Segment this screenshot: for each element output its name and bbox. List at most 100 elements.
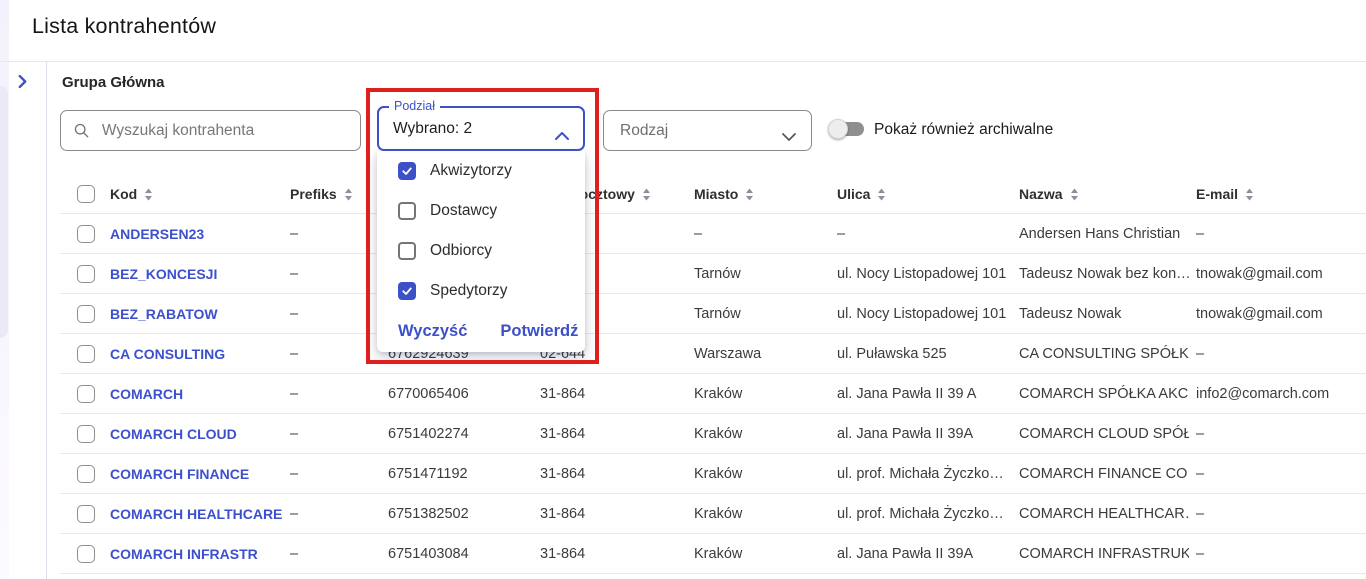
cell-nazwa: COMARCH HEALTHCAR… (1019, 494, 1189, 534)
archive-toggle[interactable] (828, 118, 866, 140)
cell-ulica: al. Jana Pawła II 39 A (837, 374, 1012, 414)
select-all-checkbox[interactable] (77, 185, 95, 203)
dropdown-option-akwizytorzy[interactable]: Akwizytorzy (377, 151, 585, 191)
podzial-select[interactable]: Podział Wybrano: 2 (377, 106, 585, 151)
cell-prefiks: – (290, 334, 380, 374)
column-header-miasto[interactable]: Miasto (694, 174, 830, 214)
cell-prefiks: – (290, 534, 380, 574)
cell-kp: 31-864 (540, 534, 688, 574)
sort-icon (745, 187, 754, 202)
column-header-email[interactable]: E-mail (1196, 174, 1361, 214)
cell-nazwa: CA CONSULTING SPÓŁK… (1019, 334, 1189, 374)
cell-email: – (1196, 454, 1361, 494)
row-checkbox[interactable] (77, 225, 95, 243)
row-checkbox[interactable] (77, 465, 95, 483)
cell-prefiks: – (290, 254, 380, 294)
column-header-label: Ulica (837, 186, 870, 202)
row-checkbox[interactable] (77, 425, 95, 443)
dropdown-option-dostawcy[interactable]: Dostawcy (377, 191, 585, 231)
cell-nip: 6751471192 (388, 454, 533, 494)
table-row: COMARCH–677006540631-864Krakówal. Jana P… (0, 374, 1366, 414)
cell-miasto: Kraków (694, 454, 830, 494)
cell-nip: 6751403084 (388, 534, 533, 574)
cell-kod[interactable]: COMARCH HEALTHCARE (110, 494, 282, 534)
cell-ulica: al. Jana Pawła II 39A (837, 414, 1012, 454)
dropdown-actions: Wyczyść Potwierdź (377, 311, 585, 352)
podzial-dropdown-panel: AkwizytorzyDostawcyOdbiorcySpedytorzy Wy… (377, 151, 585, 352)
check-icon (401, 165, 413, 177)
cell-nazwa: Andersen Hans Christian (1019, 214, 1189, 254)
cell-prefiks: – (290, 414, 380, 454)
cell-ulica: ul. prof. Michała Życzko… (837, 494, 1012, 534)
cell-kp: 31-864 (540, 374, 688, 414)
cell-kp: 31-864 (540, 454, 688, 494)
checkbox-icon[interactable] (398, 202, 416, 220)
sort-icon (877, 187, 886, 202)
cell-kod[interactable]: BEZ_RABATOW (110, 294, 282, 334)
cell-prefiks: – (290, 494, 380, 534)
row-checkbox[interactable] (77, 345, 95, 363)
cell-ulica: ul. Puławska 525 (837, 334, 1012, 374)
search-input[interactable] (100, 121, 348, 141)
cell-miasto: Kraków (694, 374, 830, 414)
row-checkbox[interactable] (77, 545, 95, 563)
cell-kp: 31-864 (540, 494, 688, 534)
search-box[interactable] (60, 110, 361, 151)
cell-miasto: Tarnów (694, 254, 830, 294)
cell-kod[interactable]: BEZ_KONCESJI (110, 254, 282, 294)
checkbox-icon[interactable] (398, 242, 416, 260)
sort-icon (1245, 187, 1254, 202)
cell-kod[interactable]: CA CONSULTING (110, 334, 282, 374)
cell-ulica: al. Jana Pawła II 39A (837, 534, 1012, 574)
column-header-ulica[interactable]: Ulica (837, 174, 1012, 214)
sort-icon (642, 187, 651, 202)
table-row: COMARCH CLOUD–675140227431-864Krakówal. … (0, 414, 1366, 454)
cell-miasto: – (694, 214, 830, 254)
toggle-knob[interactable] (828, 119, 848, 139)
cell-email: tnowak@gmail.com (1196, 254, 1361, 294)
row-checkbox[interactable] (77, 305, 95, 323)
cell-kod[interactable]: COMARCH (110, 374, 282, 414)
table-header: KodPrefiksNIPKod pocztowyMiastoUlicaNazw… (0, 174, 1366, 214)
checkbox-icon[interactable] (398, 162, 416, 180)
cell-kod[interactable]: COMARCH INFRASTR (110, 534, 282, 574)
row-checkbox[interactable] (77, 505, 95, 523)
column-header-label: Kod (110, 186, 137, 202)
column-header-prefiks[interactable]: Prefiks (290, 174, 380, 214)
table-row: BEZ_RABATOW– Tarnówul. Nocy Listopadowej … (0, 294, 1366, 334)
column-header-label: Prefiks (290, 186, 337, 202)
rodzaj-select[interactable]: Rodzaj (603, 110, 812, 151)
cell-email: – (1196, 214, 1361, 254)
cell-nip: 6770065406 (388, 374, 533, 414)
dropdown-option-odbiorcy[interactable]: Odbiorcy (377, 231, 585, 271)
cell-miasto: Tarnów (694, 294, 830, 334)
checkbox-icon[interactable] (398, 282, 416, 300)
cell-email: – (1196, 414, 1361, 454)
confirm-button[interactable]: Potwierdź (500, 322, 578, 341)
cell-kod[interactable]: COMARCH FINANCE (110, 454, 282, 494)
check-icon (401, 285, 413, 297)
expand-panel-button[interactable] (16, 75, 30, 89)
cell-ulica: ul. Nocy Listopadowej 101 (837, 294, 1012, 334)
divider (0, 61, 1366, 62)
row-checkbox[interactable] (77, 385, 95, 403)
row-checkbox[interactable] (77, 265, 95, 283)
cell-miasto: Warszawa (694, 334, 830, 374)
cell-prefiks: – (290, 294, 380, 334)
cell-ulica: ul. prof. Michała Życzko… (837, 454, 1012, 494)
column-header-nazwa[interactable]: Nazwa (1019, 174, 1189, 214)
sort-icon (144, 187, 153, 202)
sort-icon (344, 187, 353, 202)
column-header-label: E-mail (1196, 186, 1238, 202)
dropdown-options: AkwizytorzyDostawcyOdbiorcySpedytorzy (377, 151, 585, 311)
dropdown-option-spedytorzy[interactable]: Spedytorzy (377, 271, 585, 311)
cell-kod[interactable]: COMARCH CLOUD (110, 414, 282, 454)
cell-miasto: Kraków (694, 534, 830, 574)
cell-email: – (1196, 334, 1361, 374)
cell-miasto: Kraków (694, 414, 830, 454)
clear-button[interactable]: Wyczyść (398, 322, 467, 341)
table-row: BEZ_KONCESJI–Tarnówul. Nocy Listopadowej… (0, 254, 1366, 294)
cell-kod[interactable]: ANDERSEN23 (110, 214, 282, 254)
chevron-right-icon (16, 75, 29, 88)
column-header-kod[interactable]: Kod (110, 174, 282, 214)
